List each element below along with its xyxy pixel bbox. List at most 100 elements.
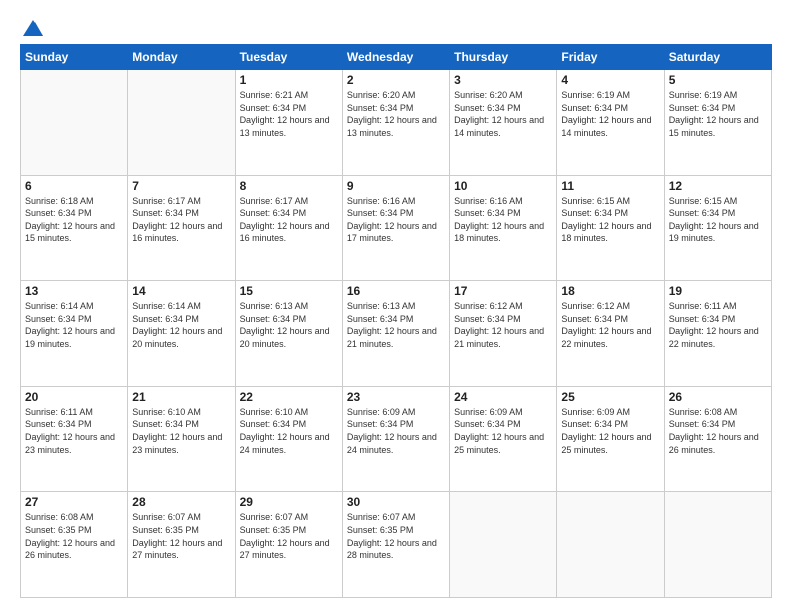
logo [20, 18, 47, 34]
day-info: Sunrise: 6:19 AMSunset: 6:34 PMDaylight:… [669, 89, 767, 139]
day-info: Sunrise: 6:16 AMSunset: 6:34 PMDaylight:… [454, 195, 552, 245]
day-number: 18 [561, 284, 659, 298]
day-number: 15 [240, 284, 338, 298]
day-number: 11 [561, 179, 659, 193]
day-info: Sunrise: 6:14 AMSunset: 6:34 PMDaylight:… [25, 300, 123, 350]
calendar-cell: 21 Sunrise: 6:10 AMSunset: 6:34 PMDayligh… [128, 386, 235, 492]
calendar-cell: 25 Sunrise: 6:09 AMSunset: 6:34 PMDayligh… [557, 386, 664, 492]
calendar-cell [128, 70, 235, 176]
calendar-cell: 8 Sunrise: 6:17 AMSunset: 6:34 PMDaylight… [235, 175, 342, 281]
calendar-cell: 6 Sunrise: 6:18 AMSunset: 6:34 PMDaylight… [21, 175, 128, 281]
day-info: Sunrise: 6:07 AMSunset: 6:35 PMDaylight:… [240, 511, 338, 561]
day-number: 21 [132, 390, 230, 404]
calendar-cell: 20Sunrise: 6:11 AMSunset: 6:34 PMDayligh… [21, 386, 128, 492]
day-number: 1 [240, 73, 338, 87]
day-info: Sunrise: 6:12 AMSunset: 6:34 PMDaylight:… [454, 300, 552, 350]
weekday-header-sunday: Sunday [21, 45, 128, 70]
calendar-cell: 11 Sunrise: 6:15 AMSunset: 6:34 PMDayligh… [557, 175, 664, 281]
calendar-cell: 28 Sunrise: 6:07 AMSunset: 6:35 PMDayligh… [128, 492, 235, 598]
calendar-cell: 30 Sunrise: 6:07 AMSunset: 6:35 PMDayligh… [342, 492, 449, 598]
day-info: Sunrise: 6:11 AMSunset: 6:34 PMDaylight:… [669, 300, 767, 350]
calendar-cell: 9 Sunrise: 6:16 AMSunset: 6:34 PMDaylight… [342, 175, 449, 281]
calendar-cell: 24Sunrise: 6:09 AMSunset: 6:34 PMDayligh… [450, 386, 557, 492]
day-info: Sunrise: 6:09 AMSunset: 6:34 PMDaylight:… [561, 406, 659, 456]
weekday-header-thursday: Thursday [450, 45, 557, 70]
day-number: 28 [132, 495, 230, 509]
day-number: 13 [25, 284, 123, 298]
calendar-cell: 14 Sunrise: 6:14 AMSunset: 6:34 PMDayligh… [128, 281, 235, 387]
calendar-cell: 10 Sunrise: 6:16 AMSunset: 6:34 PMDayligh… [450, 175, 557, 281]
day-info: Sunrise: 6:21 AMSunset: 6:34 PMDaylight:… [240, 89, 338, 139]
day-info: Sunrise: 6:13 AMSunset: 6:34 PMDaylight:… [347, 300, 445, 350]
calendar-cell: 16 Sunrise: 6:13 AMSunset: 6:34 PMDayligh… [342, 281, 449, 387]
day-number: 22 [240, 390, 338, 404]
day-info: Sunrise: 6:15 AMSunset: 6:34 PMDaylight:… [669, 195, 767, 245]
day-number: 5 [669, 73, 767, 87]
day-info: Sunrise: 6:07 AMSunset: 6:35 PMDaylight:… [132, 511, 230, 561]
weekday-header-wednesday: Wednesday [342, 45, 449, 70]
calendar-cell: 4 Sunrise: 6:19 AMSunset: 6:34 PMDaylight… [557, 70, 664, 176]
day-number: 20 [25, 390, 123, 404]
day-number: 16 [347, 284, 445, 298]
calendar-page: SundayMondayTuesdayWednesdayThursdayFrid… [0, 0, 792, 612]
calendar-cell: 13 Sunrise: 6:14 AMSunset: 6:34 PMDayligh… [21, 281, 128, 387]
day-number: 10 [454, 179, 552, 193]
day-info: Sunrise: 6:17 AMSunset: 6:34 PMDaylight:… [132, 195, 230, 245]
day-info: Sunrise: 6:14 AMSunset: 6:34 PMDaylight:… [132, 300, 230, 350]
day-number: 27 [25, 495, 123, 509]
calendar-cell: 7 Sunrise: 6:17 AMSunset: 6:34 PMDaylight… [128, 175, 235, 281]
calendar-cell: 26 Sunrise: 6:08 AMSunset: 6:34 PMDayligh… [664, 386, 771, 492]
weekday-header-saturday: Saturday [664, 45, 771, 70]
day-number: 12 [669, 179, 767, 193]
calendar-cell [21, 70, 128, 176]
day-number: 8 [240, 179, 338, 193]
calendar-cell: 2 Sunrise: 6:20 AMSunset: 6:34 PMDaylight… [342, 70, 449, 176]
day-info: Sunrise: 6:19 AMSunset: 6:34 PMDaylight:… [561, 89, 659, 139]
day-number: 14 [132, 284, 230, 298]
day-number: 25 [561, 390, 659, 404]
day-number: 7 [132, 179, 230, 193]
calendar-cell: 23 Sunrise: 6:09 AMSunset: 6:34 PMDayligh… [342, 386, 449, 492]
day-number: 4 [561, 73, 659, 87]
day-info: Sunrise: 6:20 AMSunset: 6:34 PMDaylight:… [347, 89, 445, 139]
day-info: Sunrise: 6:07 AMSunset: 6:35 PMDaylight:… [347, 511, 445, 561]
calendar-cell: 12 Sunrise: 6:15 AMSunset: 6:34 PMDayligh… [664, 175, 771, 281]
day-number: 3 [454, 73, 552, 87]
day-info: Sunrise: 6:09 AMSunset: 6:34 PMDaylight:… [454, 406, 552, 456]
day-number: 26 [669, 390, 767, 404]
day-number: 23 [347, 390, 445, 404]
day-info: Sunrise: 6:09 AMSunset: 6:34 PMDaylight:… [347, 406, 445, 456]
calendar-cell: 19 Sunrise: 6:11 AMSunset: 6:34 PMDayligh… [664, 281, 771, 387]
day-number: 9 [347, 179, 445, 193]
calendar-cell: 5 Sunrise: 6:19 AMSunset: 6:34 PMDaylight… [664, 70, 771, 176]
calendar-cell: 27 Sunrise: 6:08 AMSunset: 6:35 PMDayligh… [21, 492, 128, 598]
calendar-cell: 1 Sunrise: 6:21 AMSunset: 6:34 PMDaylight… [235, 70, 342, 176]
weekday-header-friday: Friday [557, 45, 664, 70]
calendar-cell: 17Sunrise: 6:12 AMSunset: 6:34 PMDayligh… [450, 281, 557, 387]
calendar-cell: 15 Sunrise: 6:13 AMSunset: 6:34 PMDayligh… [235, 281, 342, 387]
day-number: 29 [240, 495, 338, 509]
weekday-header-tuesday: Tuesday [235, 45, 342, 70]
calendar-cell: 18 Sunrise: 6:12 AMSunset: 6:34 PMDayligh… [557, 281, 664, 387]
day-info: Sunrise: 6:18 AMSunset: 6:34 PMDaylight:… [25, 195, 123, 245]
day-info: Sunrise: 6:20 AMSunset: 6:34 PMDaylight:… [454, 89, 552, 139]
calendar-cell [450, 492, 557, 598]
day-number: 30 [347, 495, 445, 509]
day-info: Sunrise: 6:08 AMSunset: 6:34 PMDaylight:… [669, 406, 767, 456]
day-info: Sunrise: 6:10 AMSunset: 6:34 PMDaylight:… [240, 406, 338, 456]
day-number: 6 [25, 179, 123, 193]
logo-icon [21, 18, 45, 38]
day-info: Sunrise: 6:13 AMSunset: 6:34 PMDaylight:… [240, 300, 338, 350]
day-info: Sunrise: 6:12 AMSunset: 6:34 PMDaylight:… [561, 300, 659, 350]
day-info: Sunrise: 6:17 AMSunset: 6:34 PMDaylight:… [240, 195, 338, 245]
day-info: Sunrise: 6:10 AMSunset: 6:34 PMDaylight:… [132, 406, 230, 456]
calendar-cell: 22 Sunrise: 6:10 AMSunset: 6:34 PMDayligh… [235, 386, 342, 492]
weekday-header-monday: Monday [128, 45, 235, 70]
day-number: 2 [347, 73, 445, 87]
day-info: Sunrise: 6:16 AMSunset: 6:34 PMDaylight:… [347, 195, 445, 245]
day-info: Sunrise: 6:08 AMSunset: 6:35 PMDaylight:… [25, 511, 123, 561]
calendar-table: SundayMondayTuesdayWednesdayThursdayFrid… [20, 44, 772, 598]
day-number: 19 [669, 284, 767, 298]
day-info: Sunrise: 6:15 AMSunset: 6:34 PMDaylight:… [561, 195, 659, 245]
calendar-cell: 3 Sunrise: 6:20 AMSunset: 6:34 PMDaylight… [450, 70, 557, 176]
